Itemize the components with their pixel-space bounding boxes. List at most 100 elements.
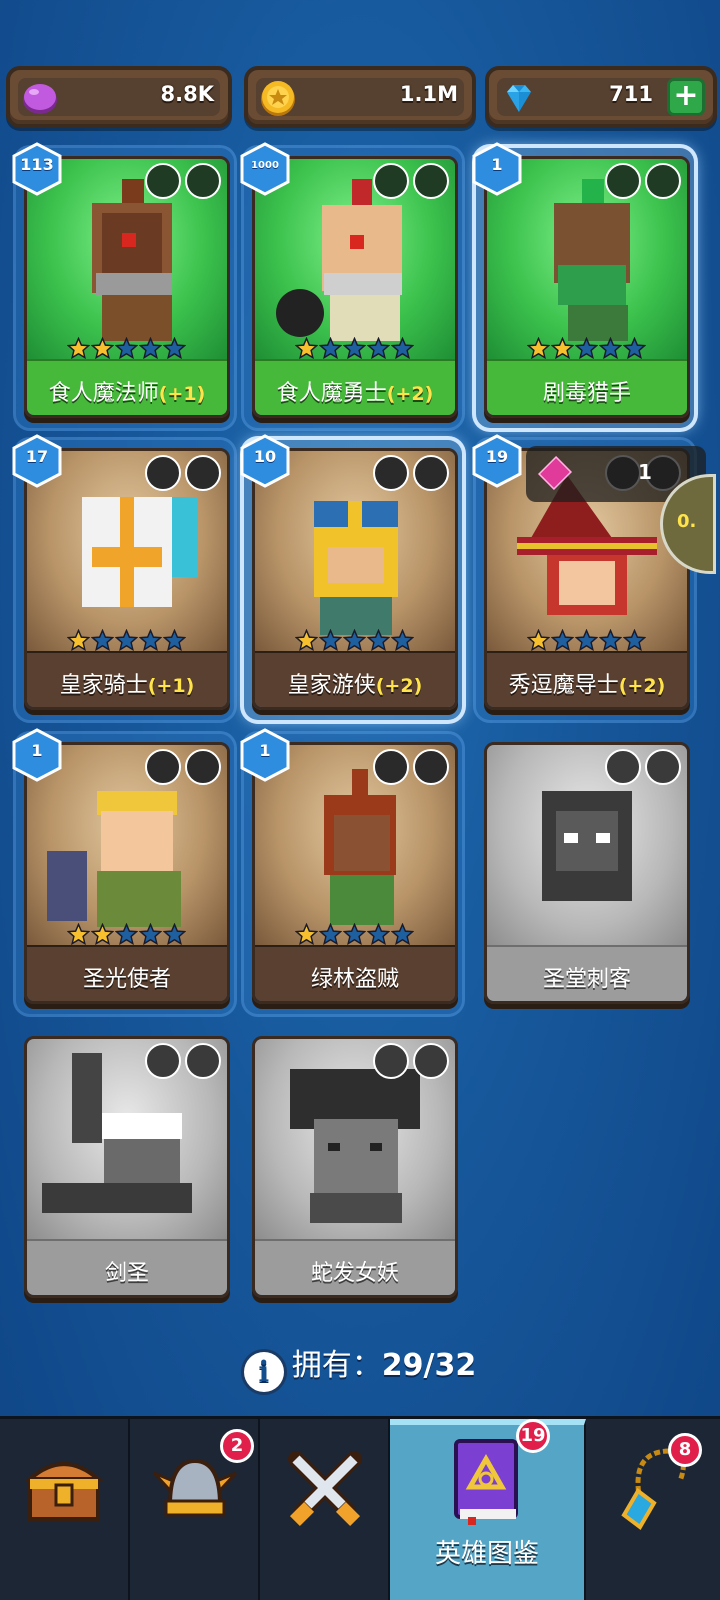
star-filled-icon [295,629,318,652]
star-empty-icon [551,629,574,652]
star-empty-icon [343,337,366,360]
hero-card-royal-knight[interactable]: 皇家骑士(+1) 17 [12,434,234,720]
hero-card-ogre-mage[interactable]: 食人魔法师(+1) 113 [12,142,234,428]
notification-badge: 19 [516,1419,550,1453]
hero-level: 1 [491,155,503,174]
hero-card-templar-assassin[interactable]: 圣堂刺客 [476,734,694,1014]
sword-icon [185,455,221,491]
hero-name: 皇家骑士 [59,673,148,698]
hero-level: 1000 [251,160,279,171]
notification-badge: 2 [220,1429,254,1463]
hero-name: 皇家游侠 [287,673,376,698]
star-empty-icon [343,923,366,946]
demon-icon [373,1043,409,1079]
hero-card-poison-hunter[interactable]: 剧毒猎手 1 [472,142,694,428]
hero-name: 食人魔勇士 [276,381,387,406]
hammer-icon [185,749,221,785]
bow-icon [645,163,681,199]
star-rating [67,337,186,361]
sword-icon [185,1043,221,1079]
hero-card-silly-sorceress[interactable]: 秀逗魔导士(+2) 19 1 0. [472,434,716,720]
star-empty-icon [367,337,390,360]
star-filled-icon [91,337,114,360]
nav-tab-battle[interactable] [260,1419,390,1600]
star-empty-icon [319,629,342,652]
nav-tab-label: 英雄图鉴 [434,1539,539,1569]
nav-tab-hero-codex[interactable]: 19 英雄图鉴 [390,1419,586,1600]
helmet-icon [145,455,181,491]
star-empty-icon [599,629,622,652]
hero-name: 绿林盗贼 [310,967,399,992]
overlay-zoom-text: 0. [677,511,697,532]
star-filled-icon [527,337,550,360]
owned-count: 29/32 [381,1348,477,1383]
hero-card-blade-master[interactable]: 剑圣 [16,1028,234,1308]
hero-name: 蛇发女妖 [310,1261,399,1286]
star-filled-icon [67,923,90,946]
star-rating [527,629,646,653]
star-filled-icon [527,629,550,652]
hero-level: 113 [20,155,54,174]
blade-master-portrait [42,1053,192,1213]
star-empty-icon [319,337,342,360]
bow-icon [413,455,449,491]
star-empty-icon [575,337,598,360]
star-empty-icon [163,923,186,946]
star-empty-icon [599,337,622,360]
info-icon[interactable]: i [243,1352,284,1392]
blue-gem-icon [507,85,531,112]
star-empty-icon [139,923,162,946]
star-rating [67,629,186,653]
hero-name: 秀逗魔导士 [508,673,619,698]
hero-card-forest-thief[interactable]: 绿林盗贼 1 [240,728,462,1014]
star-filled-icon [67,629,90,652]
helmet-icon [373,749,409,785]
elixir-counter: 8.8K [6,66,232,128]
dagger-icon [413,749,449,785]
buy-gems-button[interactable]: + [667,78,705,116]
star-empty-icon [367,629,390,652]
hero-card-royal-ranger[interactable]: 皇家游侠(+2) 10 [240,434,462,720]
star-empty-icon [115,629,138,652]
star-rating [295,923,414,947]
star-rating [295,629,414,653]
star-empty-icon [139,337,162,360]
star-rating [67,923,186,947]
hero-name: 剑圣 [104,1261,149,1286]
nav-tab-chest[interactable] [0,1419,130,1600]
hero-card-light-messenger[interactable]: 圣光使者 1 [12,728,234,1014]
star-empty-icon [391,923,414,946]
sword-icon [413,163,449,199]
nav-tab-heroes[interactable]: 2 [130,1419,260,1600]
gem-value: 711 [609,82,653,106]
gold-value: 1.1M [399,82,458,106]
hero-card-medusa[interactable]: 蛇发女妖 [244,1028,462,1308]
hero-name: 食人魔法师 [48,381,159,406]
owned-label: 拥有： [291,1348,382,1383]
star-empty-icon [115,923,138,946]
ogre-icon [145,163,181,199]
ogre-icon [605,163,641,199]
star-filled-icon [295,923,318,946]
gem-counter: 711 + [485,66,717,128]
hero-name: 剧毒猎手 [542,381,631,406]
star-empty-icon [91,629,114,652]
nav-tab-items[interactable]: 8 [586,1419,720,1600]
hero-book-icon [454,1439,518,1525]
dagger-icon [185,163,221,199]
winged-crest-icon [605,749,641,785]
overlay-gem-icon [538,456,572,490]
star-empty-icon [391,337,414,360]
hero-level: 10 [253,447,277,466]
hero-level: 1 [259,741,271,760]
star-empty-icon [367,923,390,946]
hero-bonus: (+2) [386,383,434,405]
star-empty-icon [163,337,186,360]
hero-card-ogre-warrior[interactable]: 食人魔勇士(+2) 1000 [240,142,462,428]
hero-bonus: (+2) [618,675,666,697]
star-empty-icon [391,629,414,652]
gold-counter: 1.1M [244,66,476,128]
star-empty-icon [343,629,366,652]
ogre-icon [145,1043,181,1079]
star-filled-icon [67,337,90,360]
